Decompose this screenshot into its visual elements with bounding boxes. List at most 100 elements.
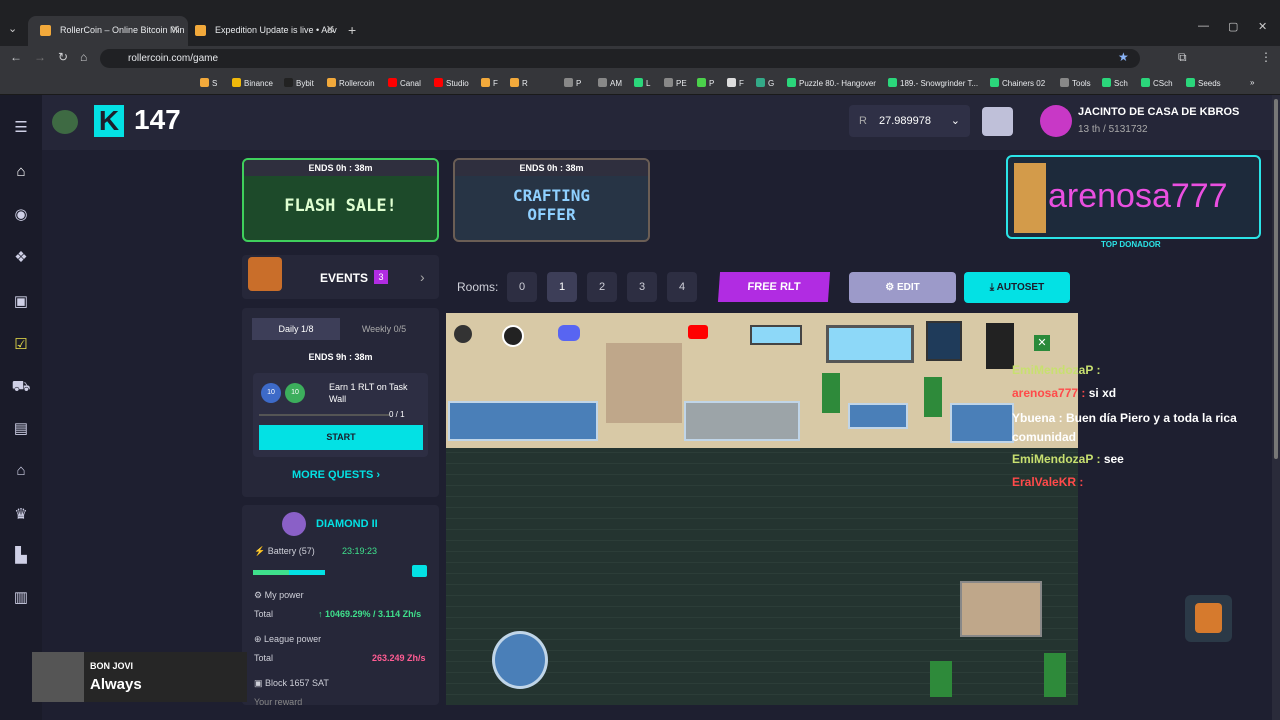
- bookmark-item[interactable]: Sch: [1102, 78, 1128, 88]
- bookmark-item[interactable]: Chainers 02: [990, 78, 1045, 88]
- bookmark-item[interactable]: S: [200, 78, 217, 88]
- trophy-icon[interactable]: ♛: [11, 505, 31, 523]
- room-button-4[interactable]: 4: [667, 272, 697, 302]
- menu-icon[interactable]: ⋮: [1260, 50, 1272, 64]
- extensions-icon[interactable]: ⧉: [1178, 50, 1187, 65]
- maximize-icon[interactable]: ▢: [1228, 20, 1238, 33]
- bookmark-item[interactable]: Studio: [434, 78, 469, 88]
- tab-daily[interactable]: Daily 1/8: [252, 318, 340, 340]
- sheet-icon: [787, 78, 796, 87]
- browser-tabbar: RollerCoin – Online Bitcoin Min ✕ Expedi…: [0, 0, 1280, 46]
- plant-icon: [822, 373, 840, 413]
- menu-icon[interactable]: ☰: [11, 118, 31, 136]
- flash-sale-banner[interactable]: ENDS 0h : 38m FLASH SALE!: [242, 158, 439, 242]
- start-quest-button[interactable]: START: [259, 425, 423, 450]
- bookmark-item[interactable]: F: [727, 78, 744, 88]
- more-quests-link[interactable]: MORE QUESTS ›: [292, 469, 380, 481]
- bookmark-item[interactable]: Rollercoin: [327, 78, 375, 88]
- wallet-button[interactable]: [982, 107, 1013, 136]
- edit-button[interactable]: ⚙ EDIT: [849, 272, 956, 303]
- minimize-icon[interactable]: —: [1198, 20, 1209, 32]
- factory-icon[interactable]: ▙: [11, 546, 31, 564]
- calendar-icon[interactable]: ☑: [11, 335, 31, 353]
- tab-weekly[interactable]: Weekly 0/5: [340, 318, 428, 340]
- now-playing-title: Always: [90, 676, 142, 693]
- home-icon[interactable]: ⌂: [11, 163, 31, 181]
- storage-box: [960, 581, 1042, 637]
- bookmark-item[interactable]: CSch: [1141, 78, 1173, 88]
- more-bookmarks-icon[interactable]: »: [1250, 78, 1254, 87]
- events-panel[interactable]: EVENTS 3 ›: [242, 255, 439, 299]
- free-rlt-button[interactable]: FREE RLT: [717, 272, 831, 302]
- close-tab-icon[interactable]: ✕: [171, 16, 180, 44]
- bookmark-item[interactable]: Seeds: [1186, 78, 1221, 88]
- cart-icon[interactable]: ⛟: [11, 378, 31, 396]
- bookmark-item[interactable]: PE: [664, 78, 687, 88]
- home-icon[interactable]: ⌂: [80, 50, 87, 64]
- marketplace-icon[interactable]: ⌂: [11, 462, 31, 480]
- tab-list-icon[interactable]: ⌄: [8, 22, 17, 35]
- room-button-0[interactable]: 0: [507, 272, 537, 302]
- bookmark-item[interactable]: 189.- Snowgrinder T...: [888, 78, 978, 88]
- bookmark-item[interactable]: L: [634, 78, 650, 88]
- room-button-2[interactable]: 2: [587, 272, 617, 302]
- chevron-right-icon: ›: [420, 269, 425, 285]
- back-icon[interactable]: ←: [10, 50, 22, 64]
- bookmark-item[interactable]: P: [564, 78, 581, 88]
- mining-rack: [448, 401, 598, 441]
- k-logo: K: [94, 105, 124, 137]
- rewards-icon[interactable]: ▣: [11, 292, 31, 310]
- news-icon[interactable]: ▥: [11, 588, 31, 606]
- game-room[interactable]: ✕: [446, 313, 1078, 705]
- bookmark-item[interactable]: F: [481, 78, 498, 88]
- close-tab-icon[interactable]: ✕: [326, 16, 335, 44]
- game-header: [42, 95, 1272, 150]
- address-bar[interactable]: rollercoin.com/game: [100, 49, 1140, 68]
- window-frame: [826, 325, 914, 363]
- bookmark-star-icon[interactable]: ★: [1118, 50, 1129, 64]
- league-name[interactable]: DIAMOND II: [316, 518, 378, 530]
- tab-rollercoin[interactable]: RollerCoin – Online Bitcoin Min ✕: [28, 16, 188, 46]
- bookmark-item[interactable]: Binance: [232, 78, 273, 88]
- battery-boost-button[interactable]: [412, 565, 427, 577]
- bookmark-item[interactable]: Bybit: [284, 78, 314, 88]
- sheet-icon: [888, 78, 897, 87]
- balance-dropdown[interactable]: R 27.989978 ⌄: [849, 105, 970, 137]
- storage-icon[interactable]: ▤: [11, 419, 31, 437]
- bookmark-item[interactable]: P: [697, 78, 714, 88]
- bookmark-icon: [756, 78, 765, 87]
- display-shelf: [606, 343, 682, 423]
- rollercoin-tab-icon: [40, 25, 51, 36]
- yin-yang-icon: [502, 325, 524, 347]
- reload-icon[interactable]: ↻: [58, 50, 68, 64]
- crafting-offer-banner[interactable]: ENDS 0h : 38m CRAFTING OFFER: [453, 158, 650, 242]
- room-button-3[interactable]: 3: [627, 272, 657, 302]
- plant-icon: [924, 377, 942, 417]
- mascot-table: [492, 631, 548, 689]
- bookmark-item[interactable]: R: [510, 78, 528, 88]
- bookmark-item[interactable]: Tools: [1060, 78, 1091, 88]
- wallet-icon[interactable]: ❖: [11, 248, 31, 266]
- autoset-button[interactable]: ⤓ AUTOSET: [964, 272, 1070, 303]
- diamond-league-icon: [282, 512, 306, 536]
- bookmark-item[interactable]: Puzzle 80.- Hangover: [787, 78, 876, 88]
- quests-timer: ENDS 9h : 38m: [308, 352, 373, 362]
- new-tab-button[interactable]: +: [348, 22, 356, 38]
- scrollbar-thumb[interactable]: [1274, 99, 1278, 459]
- games-icon[interactable]: ◉: [11, 205, 31, 223]
- bookmark-item[interactable]: AM: [598, 78, 622, 88]
- close-icon[interactable]: ✕: [1034, 335, 1050, 351]
- close-window-icon[interactable]: ✕: [1258, 20, 1267, 33]
- your-reward-label: Your reward: [254, 697, 303, 707]
- tab-expedition[interactable]: Expedition Update is live • Adv ✕: [183, 16, 343, 46]
- globe-poster: [926, 321, 962, 361]
- bookmark-icon: [664, 78, 673, 87]
- now-playing-artist: BON JOVI: [90, 661, 134, 671]
- scrollbar[interactable]: [1272, 95, 1280, 720]
- room-button-1[interactable]: 1: [547, 272, 577, 302]
- avatar[interactable]: [1040, 105, 1072, 137]
- forward-icon[interactable]: →: [34, 50, 46, 64]
- bookmark-item[interactable]: G: [756, 78, 774, 88]
- bookmark-item[interactable]: Canal: [388, 78, 421, 88]
- support-cat-button[interactable]: [1185, 595, 1232, 642]
